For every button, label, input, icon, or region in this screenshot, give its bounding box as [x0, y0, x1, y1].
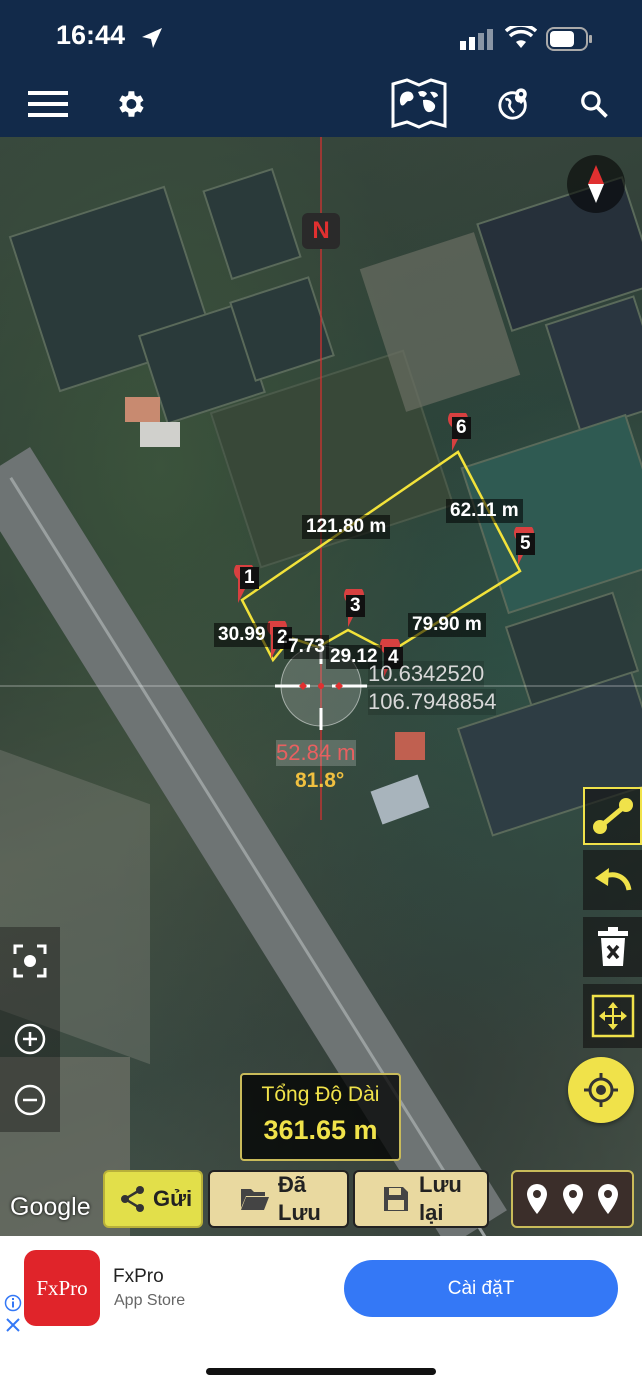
- ad-store-name: App Store: [114, 1292, 186, 1309]
- crosshair-center: [318, 683, 324, 689]
- ad-info-icon[interactable]: [4, 1294, 22, 1312]
- zoom-out-button[interactable]: [6, 1076, 54, 1124]
- satellite-map[interactable]: N 1 2 3 4 5 6 121.80 m 62.11 m 79.90 m 3…: [0, 137, 642, 1236]
- status-time: 16:44: [56, 20, 126, 50]
- home-indicator: [206, 1368, 436, 1375]
- total-length-value: 361.65 m: [263, 1115, 378, 1145]
- total-length-label: Tổng Độ Dài: [261, 1083, 380, 1106]
- saved-button[interactable]: Đã Lưu: [208, 1170, 349, 1228]
- expand-arrows-icon: [591, 994, 634, 1038]
- send-button[interactable]: Gửi: [103, 1170, 203, 1228]
- path-nodes-icon: [592, 798, 633, 834]
- segment-length-1-6: 121.80 m: [302, 515, 391, 539]
- marker-1[interactable]: 1: [228, 561, 262, 610]
- longitude-readout: 106.7948854: [368, 689, 497, 715]
- marker-6[interactable]: 6: [442, 409, 476, 458]
- ad-logo-text: FxPro: [36, 1275, 88, 1300]
- map-pin-icon: [598, 1184, 619, 1214]
- marker-3[interactable]: 3: [338, 585, 372, 634]
- cursor-distance: 52.84 m: [276, 740, 356, 766]
- search-button[interactable]: [574, 84, 614, 124]
- measure-mode-button[interactable]: [583, 787, 642, 845]
- marker-label: 1: [240, 567, 259, 589]
- markers-button[interactable]: [511, 1170, 634, 1228]
- ad-app-logo: FxPro: [24, 1250, 100, 1326]
- location-arrow-icon: [142, 28, 162, 48]
- wifi-icon: [505, 26, 537, 48]
- search-icon: [581, 91, 608, 118]
- measurement-overlay: [0, 137, 642, 820]
- compass-icon: [588, 165, 604, 203]
- share-icon: [121, 1186, 144, 1212]
- crosshair-icon: [584, 1073, 618, 1107]
- settings-button[interactable]: [108, 82, 152, 126]
- marker-5[interactable]: 5: [508, 523, 542, 572]
- latitude-readout: 10.6342520: [368, 661, 485, 687]
- ad-install-button[interactable]: Cài đặT: [344, 1260, 618, 1317]
- fit-bounds-button[interactable]: [583, 984, 642, 1048]
- fullscreen-button[interactable]: [6, 937, 54, 985]
- segment-length-2-3: 7.73: [284, 635, 329, 659]
- plus-circle-icon: [14, 1023, 46, 1055]
- focus-frame-icon: [13, 944, 47, 978]
- app-bar: [0, 70, 642, 137]
- north-label: N: [312, 217, 330, 244]
- battery-icon: [546, 27, 592, 51]
- cellular-signal-icon: [460, 29, 493, 50]
- delete-button[interactable]: [583, 917, 642, 977]
- zoom-in-button[interactable]: [6, 1015, 54, 1063]
- ad-banner[interactable]: FxPro FxPro App Store Cài đặT: [0, 1236, 642, 1389]
- north-indicator: N: [302, 213, 340, 249]
- map-pin-icon: [562, 1184, 583, 1214]
- send-label: Gửi: [153, 1186, 193, 1211]
- save-button[interactable]: Lưu lại: [353, 1170, 489, 1228]
- ad-app-name: FxPro: [113, 1266, 164, 1287]
- my-location-button[interactable]: [568, 1057, 634, 1123]
- globe-location-button[interactable]: [494, 84, 534, 124]
- cursor-angle: 81.8°: [295, 769, 345, 792]
- menu-button[interactable]: [26, 84, 70, 124]
- undo-icon: [594, 868, 631, 891]
- compass-button[interactable]: [567, 155, 625, 213]
- hamburger-icon: [28, 91, 68, 117]
- google-logo: Google: [10, 1193, 91, 1221]
- save-label: Lưu lại: [419, 1172, 462, 1225]
- minus-circle-icon: [14, 1084, 46, 1116]
- map-pin-icon: [526, 1184, 547, 1214]
- total-length-box: Tổng Độ Dài 361.65 m: [240, 1073, 401, 1161]
- folder-open-icon: [241, 1189, 269, 1210]
- ad-install-label: Cài đặT: [447, 1277, 515, 1299]
- marker-label: 5: [516, 533, 535, 555]
- marker-label: 3: [346, 595, 365, 617]
- ad-close-icon[interactable]: [4, 1316, 22, 1334]
- trash-icon: [597, 927, 628, 966]
- saved-label: Đã Lưu: [278, 1172, 321, 1225]
- segment-length-5-4: 79.90 m: [408, 613, 486, 637]
- undo-button[interactable]: [583, 850, 642, 910]
- segment-length-6-5: 62.11 m: [446, 499, 523, 523]
- world-map-icon: [391, 78, 447, 129]
- globe-pin-icon: [498, 88, 527, 120]
- segment-length-1-2: 30.99: [214, 623, 270, 647]
- status-bar: 16:44: [0, 0, 642, 70]
- map-type-button[interactable]: [388, 76, 450, 132]
- marker-label: 6: [452, 417, 471, 439]
- floppy-disk-icon: [384, 1187, 408, 1211]
- gear-icon: [119, 91, 144, 117]
